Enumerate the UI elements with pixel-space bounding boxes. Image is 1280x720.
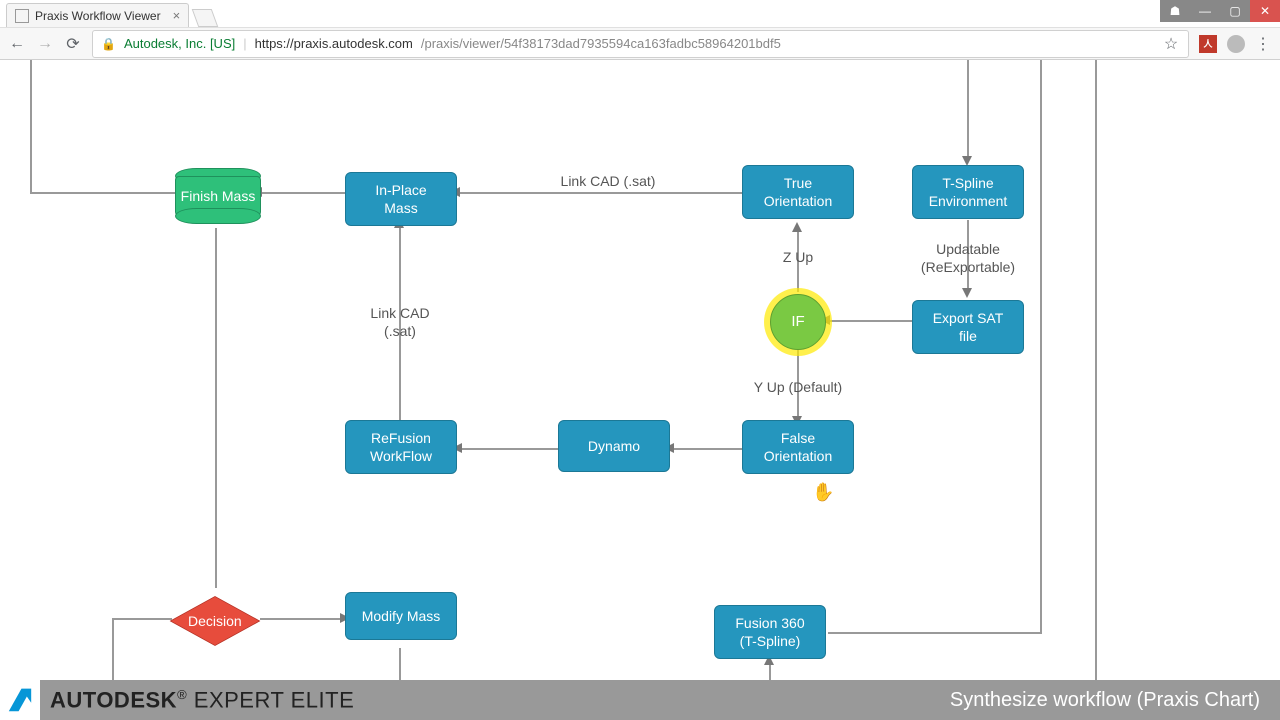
node-if[interactable]: IF [770, 294, 826, 350]
user-icon[interactable]: ☗ [1160, 0, 1190, 22]
address-bar[interactable]: 🔒 Autodesk, Inc. [US] | https://praxis.a… [92, 30, 1189, 58]
tab-title: Praxis Workflow Viewer [35, 9, 161, 23]
node-finish-mass[interactable]: Finish Mass [175, 168, 261, 224]
forward-button[interactable]: → [36, 35, 54, 53]
node-refusion-workflow[interactable]: ReFusion WorkFlow [345, 420, 457, 474]
close-tab-icon[interactable]: × [173, 8, 181, 23]
star-icon[interactable]: ☆ [1162, 34, 1180, 54]
node-modify-mass[interactable]: Modify Mass [345, 592, 457, 640]
label-updatable: Updatable (ReExportable) [912, 240, 1024, 276]
label-link-cad-1: Link CAD (.sat) [558, 172, 658, 190]
grab-cursor-icon: ✋ [812, 482, 834, 503]
browser-toolbar: ← → ⟳ 🔒 Autodesk, Inc. [US] | https://pr… [0, 28, 1280, 60]
back-button[interactable]: ← [8, 35, 26, 53]
secure-origin: Autodesk, Inc. [US] [124, 36, 235, 51]
brand-autodesk: AUTODESK [50, 687, 177, 712]
autodesk-logo-icon [0, 680, 40, 720]
node-tspline-environment[interactable]: T-Spline Environment [912, 165, 1024, 219]
node-true-orientation[interactable]: True Orientation [742, 165, 854, 219]
minimize-button[interactable]: — [1190, 0, 1220, 22]
node-decision[interactable]: Decision [170, 576, 260, 666]
node-export-sat[interactable]: Export SAT file [912, 300, 1024, 354]
url-path: /praxis/viewer/54f38173dad7935594ca163fa… [421, 36, 781, 51]
diagram-canvas[interactable]: Finish Mass In-Place Mass True Orientati… [0, 60, 1280, 680]
node-fusion-360[interactable]: Fusion 360 (T-Spline) [714, 605, 826, 659]
browser-titlebar: Praxis Workflow Viewer × ☗ — ▢ ✕ [0, 0, 1280, 28]
label-y-up: Y Up (Default) [748, 378, 848, 396]
pdf-extension-icon[interactable]: 人 [1199, 35, 1217, 53]
new-tab-button[interactable] [192, 9, 219, 27]
brand-expert-elite: EXPERT ELITE [194, 687, 354, 712]
label-link-cad-2: Link CAD (.sat) [355, 304, 445, 340]
menu-icon[interactable]: ⋮ [1255, 34, 1272, 54]
node-false-orientation[interactable]: False Orientation [742, 420, 854, 474]
node-dynamo[interactable]: Dynamo [558, 420, 670, 472]
lock-icon: 🔒 [101, 37, 116, 51]
footer-tagline: Synthesize workflow (Praxis Chart) [950, 689, 1260, 712]
browser-tab[interactable]: Praxis Workflow Viewer × [6, 3, 189, 27]
footer-banner: AUTODESK® EXPERT ELITE Synthesize workfl… [0, 680, 1280, 720]
node-in-place-mass[interactable]: In-Place Mass [345, 172, 457, 226]
reload-button[interactable]: ⟳ [64, 34, 82, 54]
close-window-button[interactable]: ✕ [1250, 0, 1280, 22]
window-controls: ☗ — ▢ ✕ [1160, 0, 1280, 22]
label-z-up: Z Up [778, 248, 818, 266]
page-icon [15, 9, 29, 23]
extension-icon[interactable] [1227, 35, 1245, 53]
url-host: https://praxis.autodesk.com [255, 36, 413, 51]
maximize-button[interactable]: ▢ [1220, 0, 1250, 22]
